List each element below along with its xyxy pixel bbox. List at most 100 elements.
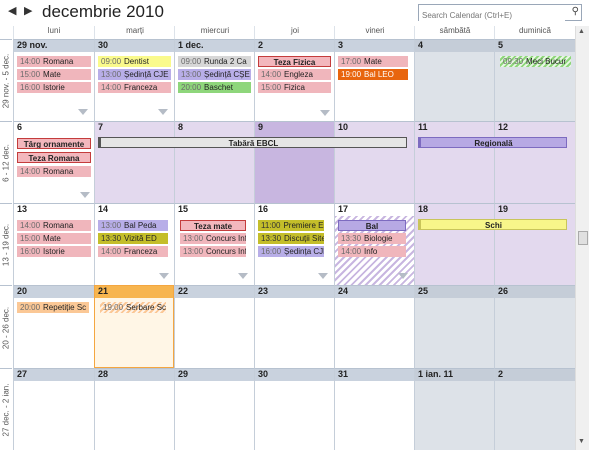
day-number: 8 [178, 122, 184, 132]
day-cell-today[interactable]: 21 19:00 Serbare Sc [94, 285, 174, 368]
day-cell[interactable]: 19 [494, 203, 575, 285]
event[interactable]: 16:00 Istorie [17, 82, 91, 93]
event[interactable]: 15:00 Mate [17, 69, 91, 80]
day-cell[interactable]: 24 [334, 285, 414, 368]
more-events-arrow-icon[interactable] [238, 273, 248, 279]
day-cell[interactable]: 4 [414, 39, 494, 121]
event[interactable]: 13:00 Concurs Inf [180, 233, 246, 244]
allday-event[interactable]: Teza Romana [17, 152, 91, 163]
event[interactable]: 13:00 Bal Peda [98, 220, 168, 231]
allday-event[interactable]: Teza Fizica [258, 56, 331, 67]
more-events-arrow-icon[interactable] [398, 273, 408, 279]
event[interactable]: 20:00 Repetiție Sc [17, 302, 89, 313]
day-number: 20 [14, 286, 94, 298]
day-number: 16 [258, 204, 269, 214]
event[interactable]: 13:00 Concurs Inf [180, 246, 246, 257]
day-cell[interactable]: 13 14:00 Romana 15:00 Mate 16:00 Istorie [13, 203, 94, 285]
day-cell[interactable]: 8 [174, 121, 254, 203]
event[interactable]: 16:00Ședința CJE [258, 246, 324, 257]
search-icon[interactable]: ⚲ [572, 6, 579, 17]
event[interactable]: 14:00 Engleza [258, 69, 331, 80]
event[interactable]: 14:00 Romana [17, 166, 91, 177]
day-cell[interactable]: 28 [94, 368, 174, 450]
event[interactable]: 13:30 Discuții Site [258, 233, 324, 244]
day-cell[interactable]: 7 [94, 121, 174, 203]
day-number: 27 [14, 369, 94, 381]
event[interactable]: 09:00 Dentist [98, 56, 171, 67]
allday-event[interactable]: Bal [338, 220, 406, 231]
scroll-up-icon[interactable]: ▲ [578, 28, 585, 35]
multiday-event[interactable]: Schi [418, 219, 567, 230]
vertical-scrollbar[interactable]: ▲ ▼ [575, 26, 589, 450]
day-number: 1 ian. 11 [415, 369, 494, 381]
more-events-arrow-icon[interactable] [78, 109, 88, 115]
event[interactable]: 09:30 Meci Bucur [500, 56, 571, 67]
day-cell[interactable]: 1 ian. 11 [414, 368, 494, 450]
multiday-event[interactable]: Regională [418, 137, 567, 148]
day-cell[interactable]: 22 [174, 285, 254, 368]
day-number: 10 [338, 122, 349, 132]
day-cell[interactable]: 6 Târg ornamente Teza Romana 14:00 Romana [13, 121, 94, 203]
event[interactable]: 11:00 Premiere Es [258, 220, 324, 231]
event[interactable]: 14:00 Romana [17, 220, 91, 231]
event[interactable]: 20:00 Baschet [178, 82, 251, 93]
day-number: 17 [335, 204, 414, 216]
event[interactable]: 14:00 Franceza [98, 82, 171, 93]
day-cell[interactable]: 27 [13, 368, 94, 450]
day-cell[interactable]: 20 20:00 Repetiție Sc [13, 285, 94, 368]
event[interactable]: 17:00 Mate [338, 56, 408, 67]
day-cell[interactable]: 10 [334, 121, 414, 203]
day-number: 29 [175, 369, 254, 381]
day-cell[interactable]: 5 09:30 Meci Bucur [494, 39, 575, 121]
previous-month-button[interactable]: ◀ [8, 4, 16, 17]
day-cell[interactable]: 29 [174, 368, 254, 450]
event[interactable]: 14:00 Franceza [98, 246, 168, 257]
event[interactable]: 15:00 Fizica [258, 82, 331, 93]
scroll-down-icon[interactable]: ▼ [578, 438, 585, 445]
day-cell[interactable]: 25 [414, 285, 494, 368]
day-cell[interactable]: 1 dec. 09:00 Runda 2 Ca 13:00 Ședință CȘE … [174, 39, 254, 121]
event[interactable]: 13:00 Ședință CJE [98, 69, 171, 80]
day-cell[interactable]: 3 17:00 Mate 19:00 Bal LEO [334, 39, 414, 121]
event[interactable]: 15:00 Mate [17, 233, 91, 244]
allday-event[interactable]: Târg ornamente [17, 138, 91, 149]
event[interactable]: 16:00 Istorie [17, 246, 91, 257]
event[interactable]: 19:00 Bal LEO [338, 69, 408, 80]
day-cell[interactable]: 30 [254, 368, 334, 450]
day-name-thu: joi [254, 26, 335, 39]
day-cell[interactable]: 11 [414, 121, 494, 203]
event[interactable]: 14:00 Info [338, 246, 406, 257]
event[interactable]: 13:30 Vizită ED [98, 233, 168, 244]
day-number: 31 [335, 369, 414, 381]
day-number: 13 [17, 204, 28, 214]
event[interactable]: 13:30 Biologie [338, 233, 406, 244]
scroll-thumb[interactable] [578, 231, 588, 245]
day-cell[interactable]: 2 Teza Fizica 14:00 Engleza 15:00 Fizica [254, 39, 334, 121]
more-events-arrow-icon[interactable] [318, 273, 328, 279]
event[interactable]: 13:00 Ședință CȘE [178, 69, 251, 80]
more-events-arrow-icon[interactable] [158, 109, 168, 115]
week-label: 13 - 19 dec. [0, 203, 12, 286]
search-input[interactable] [419, 8, 565, 23]
week-label: 27 dec. - 2 ian. [0, 368, 12, 451]
day-cell[interactable]: 18 [414, 203, 494, 285]
more-events-arrow-icon[interactable] [159, 273, 169, 279]
more-events-arrow-icon[interactable] [80, 192, 90, 198]
day-number: 22 [175, 286, 254, 298]
next-month-button[interactable]: ▶ [24, 4, 32, 17]
day-cell[interactable]: 26 [494, 285, 575, 368]
day-cell[interactable]: 12 [494, 121, 575, 203]
day-cell[interactable]: 23 [254, 285, 334, 368]
week-label: 20 - 26 dec. [0, 285, 12, 369]
day-cell[interactable]: 31 [334, 368, 414, 450]
day-cell[interactable]: 2 [494, 368, 575, 450]
more-events-arrow-icon[interactable] [320, 110, 330, 116]
event[interactable]: 14:00 Romana [17, 56, 91, 67]
day-name-mon: luni [13, 26, 94, 39]
event[interactable]: 19:00 Serbare Sc [100, 302, 166, 313]
allday-event[interactable]: Teza mate [180, 220, 246, 231]
multiday-event[interactable]: Tabără EBCL [98, 137, 407, 148]
event[interactable]: 09:00 Runda 2 Ca [178, 56, 251, 67]
search-box[interactable]: ⚲ [418, 4, 582, 23]
day-cell[interactable]: 9 [254, 121, 334, 203]
